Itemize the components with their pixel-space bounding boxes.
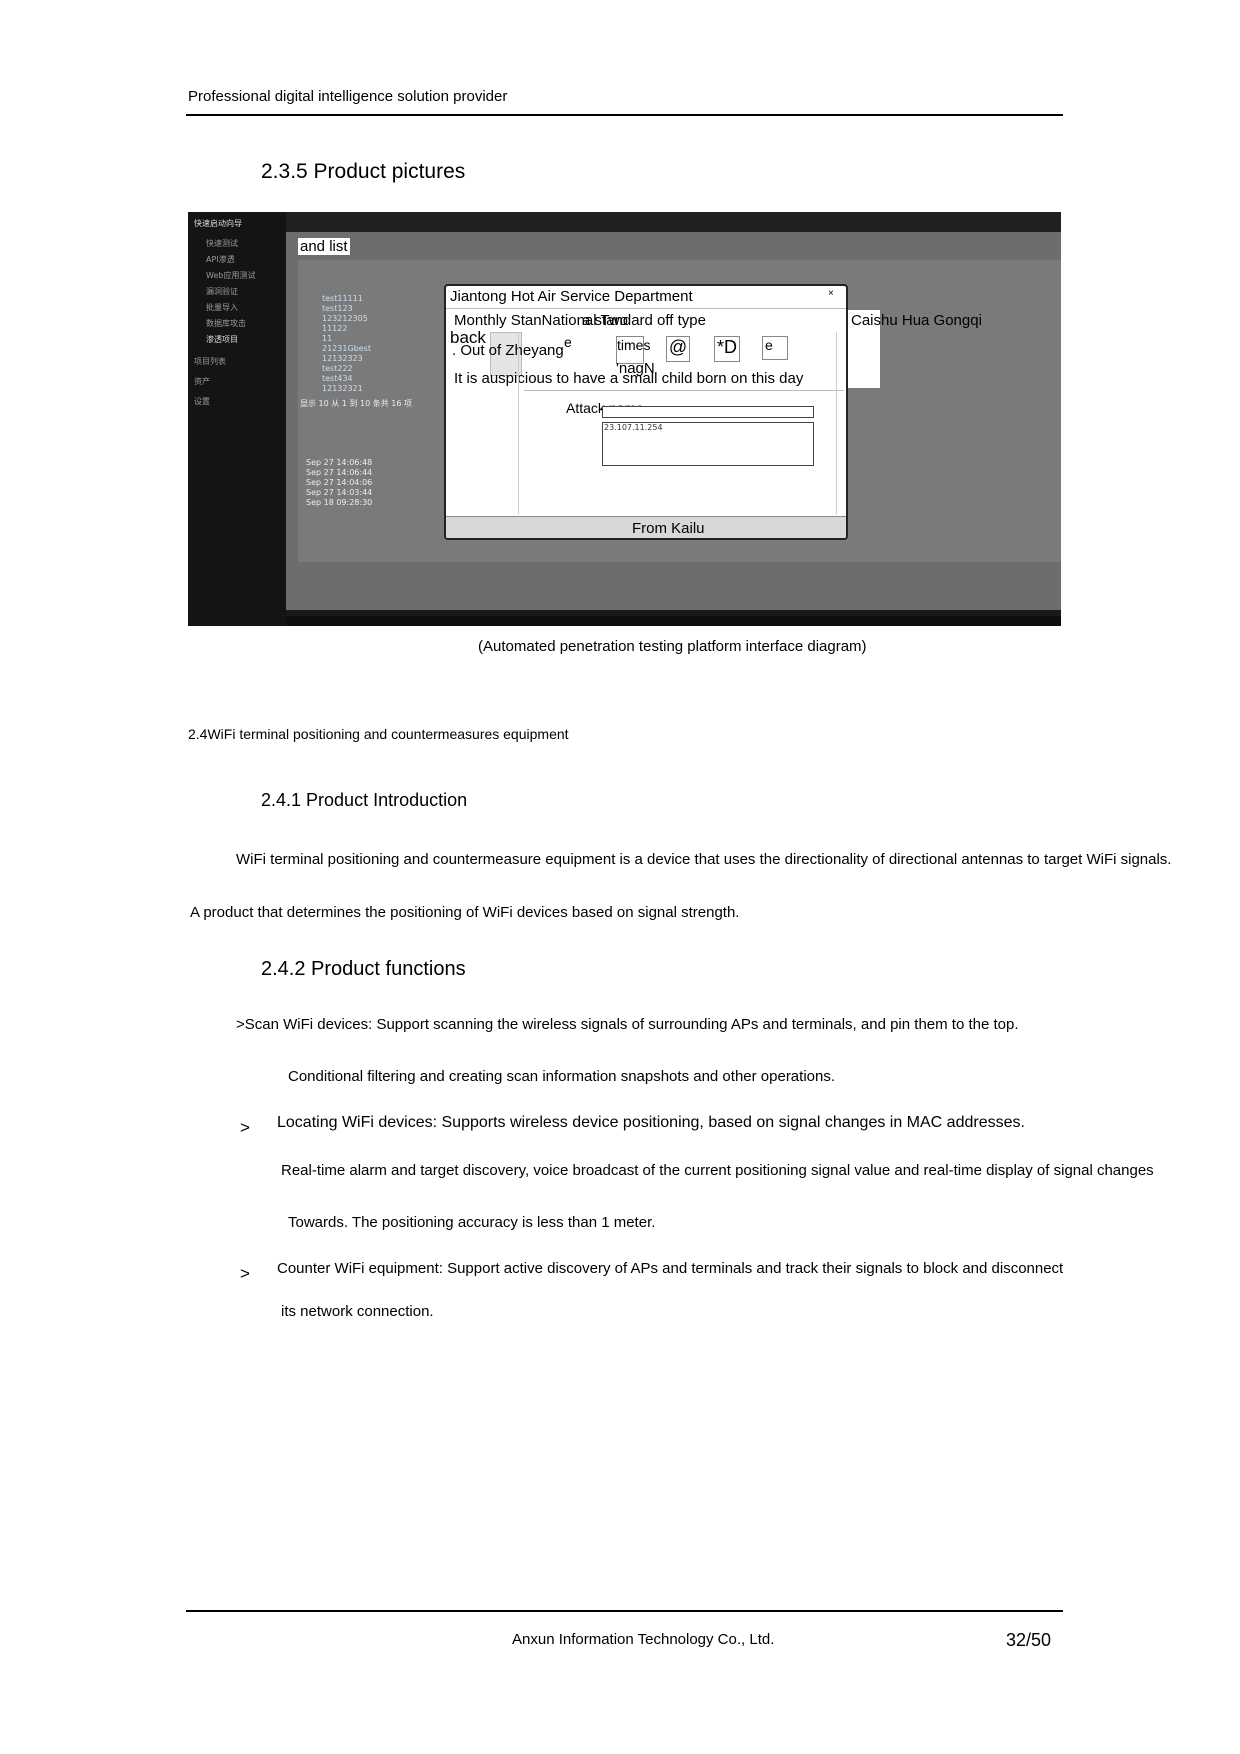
page-header: Professional digital intelligence soluti…: [188, 88, 508, 105]
bullet-marker: >: [240, 1118, 250, 1137]
paragraph: WiFi terminal positioning and countermea…: [236, 851, 1172, 868]
sidebar-item: 数据库攻击: [206, 319, 246, 328]
bullet-text: >Scan WiFi devices: Support scanning the…: [236, 1016, 1019, 1033]
table-pager: 显示 10 从 1 到 10 条共 16 项: [300, 399, 412, 408]
bullet-text: its network connection.: [281, 1303, 434, 1320]
section-heading-2-3-5: 2.3.5 Product pictures: [261, 160, 466, 183]
screenshot-sidebar: 快速启动向导 快速测试 API渗透 Web应用测试 漏洞验证 批量导入 数据库攻…: [188, 212, 286, 626]
section-heading-2-4-1: 2.4.1 Product Introduction: [261, 790, 468, 810]
sidebar-item: 快速测试: [206, 239, 238, 248]
section-heading-2-4: 2.4WiFi terminal positioning and counter…: [188, 726, 569, 742]
bullet-text: Conditional filtering and creating scan …: [288, 1068, 836, 1085]
side-panel-text: Caishu Hua Gongqi: [851, 312, 982, 329]
option-d[interactable]: *D: [714, 336, 740, 362]
log-row: Sep 18 09:28:30: [306, 498, 373, 507]
table-cell: 123212305: [322, 314, 368, 323]
attack-name-input[interactable]: [602, 406, 814, 418]
modal-vline: [836, 332, 837, 514]
figure-caption: (Automated penetration testing platform …: [478, 638, 867, 655]
paragraph: A product that determines the positionin…: [190, 904, 740, 921]
log-row: Sep 27 14:06:44: [306, 468, 373, 477]
table-cell: 11122: [322, 324, 348, 333]
modal-divider: [446, 308, 846, 309]
sidebar-item: 项目列表: [194, 357, 226, 366]
list-label: and list: [298, 238, 350, 255]
sidebar-item: 资产: [194, 377, 210, 386]
section-heading-2-4-2: 2.4.2 Product functions: [261, 958, 466, 980]
bullet-text: Towards. The positioning accuracy is les…: [288, 1214, 656, 1231]
sidebar-item: 设置: [194, 397, 210, 406]
bullet-text: Counter WiFi equipment: Support active d…: [277, 1260, 1064, 1277]
close-icon[interactable]: ×: [828, 288, 834, 299]
sidebar-item: 漏洞验证: [206, 287, 238, 296]
start-button[interactable]: From Kailu: [632, 520, 705, 537]
sidebar-item: Web应用测试: [206, 271, 256, 280]
table-cell: 12132321: [322, 384, 363, 393]
bullet-text: Real-time alarm and target discovery, vo…: [281, 1162, 1154, 1179]
bullet-marker: >: [240, 1264, 250, 1283]
option-e[interactable]: e: [762, 336, 788, 360]
screenshot-topbar: [286, 212, 1061, 232]
table-cell: test222: [322, 364, 353, 373]
modal-title: Jiantong Hot Air Service Department: [450, 288, 693, 305]
sidebar-title: 快速启动向导: [194, 219, 242, 228]
sidebar-item: 批量导入: [206, 303, 238, 312]
modal-line: a standard off type: [582, 312, 706, 329]
target-ip: 23.107.11.254: [604, 423, 663, 432]
bullet-text: Locating WiFi devices: Supports wireless…: [277, 1114, 1025, 1131]
table-cell: 11: [322, 334, 333, 343]
footer-rule: [186, 1610, 1063, 1612]
table-cell: 12132323: [322, 354, 363, 363]
option-label: e: [564, 334, 572, 350]
at-icon[interactable]: @: [666, 336, 690, 362]
sidebar-item: API渗透: [206, 255, 235, 264]
table-cell: test434: [322, 374, 353, 383]
modal-divider: [524, 390, 844, 391]
screenshot-bottombar: [286, 610, 1061, 616]
log-row: Sep 27 14:06:48: [306, 458, 373, 467]
modal-vline: [518, 332, 519, 514]
footer-company: Anxun Information Technology Co., Ltd.: [512, 1631, 775, 1648]
header-rule: [186, 114, 1063, 116]
log-row: Sep 27 14:03:44: [306, 488, 373, 497]
modal-line: It is auspicious to have a small child b…: [454, 370, 804, 387]
page-number: 32/50: [1006, 1630, 1052, 1650]
log-row: Sep 27 14:04:06: [306, 478, 373, 487]
modal-line: . Out of Zheyang: [452, 342, 564, 359]
sidebar-item: 渗透项目: [206, 335, 238, 344]
platform-screenshot: 快速启动向导 快速测试 API渗透 Web应用测试 漏洞验证 批量导入 数据库攻…: [188, 212, 1061, 626]
table-cell: test11111: [322, 294, 363, 303]
table-cell: test123: [322, 304, 353, 313]
table-cell: 21231Gbest: [322, 344, 371, 353]
attack-modal: Jiantong Hot Air Service Department × Mo…: [444, 284, 848, 540]
